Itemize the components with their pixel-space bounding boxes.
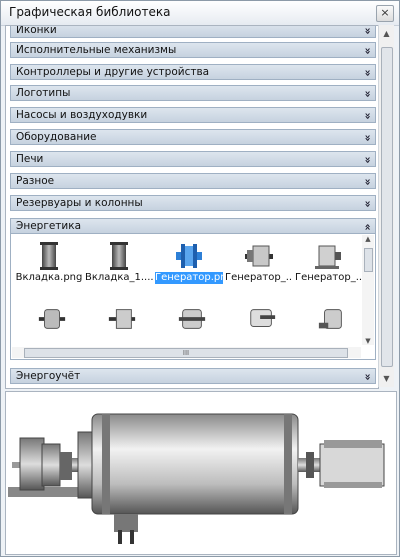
main-vertical-scrollbar[interactable]: ▲ ▼ bbox=[378, 25, 394, 387]
category-misc[interactable]: Разное » bbox=[10, 173, 376, 189]
generator-icon bbox=[176, 244, 202, 268]
category-label: Иконки bbox=[16, 25, 57, 36]
chevron-down-icon: » bbox=[361, 200, 375, 205]
generator-icon[interactable] bbox=[177, 304, 207, 334]
category-tanks[interactable]: Резервуары и колонны » bbox=[10, 195, 376, 211]
insert-icon bbox=[40, 242, 58, 270]
title-bar: Графическая библиотека × bbox=[1, 1, 399, 26]
item-label: Генератор.png bbox=[155, 272, 223, 284]
category-label: Контроллеры и другие устройства bbox=[16, 66, 210, 78]
scroll-down-icon[interactable]: ▼ bbox=[379, 374, 394, 383]
insert-icon bbox=[110, 242, 128, 270]
category-controllers[interactable]: Контроллеры и другие устройства » bbox=[10, 64, 376, 80]
chevron-down-icon: » bbox=[361, 112, 375, 117]
generator-icon bbox=[315, 245, 341, 269]
grid-horizontal-scrollbar[interactable]: III bbox=[12, 347, 361, 358]
chevron-down-icon: » bbox=[361, 27, 375, 32]
chevron-down-icon: » bbox=[361, 47, 375, 52]
category-energy-metering[interactable]: Энергоучёт » bbox=[10, 368, 376, 384]
library-item[interactable]: Генератор_... bbox=[295, 236, 363, 298]
item-label: Вкладка_1.... bbox=[85, 272, 153, 283]
scroll-up-icon[interactable]: ▲ bbox=[379, 29, 394, 38]
category-label: Логотипы bbox=[16, 87, 71, 99]
window-title: Графическая библиотека bbox=[9, 5, 171, 19]
chevron-down-icon: » bbox=[361, 178, 375, 183]
generator-icon[interactable] bbox=[317, 304, 347, 334]
generator-icon[interactable] bbox=[107, 304, 137, 334]
category-energy[interactable]: Энергетика « bbox=[10, 218, 376, 234]
chevron-up-icon: « bbox=[361, 223, 375, 228]
library-item-selected[interactable]: Генератор.png bbox=[155, 236, 223, 298]
chevron-down-icon: » bbox=[361, 156, 375, 161]
category-pumps[interactable]: Насосы и воздуходувки » bbox=[10, 107, 376, 123]
category-label: Разное bbox=[16, 175, 55, 187]
library-item[interactable]: Вкладка.png bbox=[15, 236, 83, 298]
library-panel: Иконки » Исполнительные механизмы » Контро… bbox=[5, 25, 379, 389]
category-label: Насосы и воздуходувки bbox=[16, 109, 148, 121]
category-icons[interactable]: Иконки » bbox=[10, 25, 376, 38]
close-button[interactable]: × bbox=[376, 5, 394, 22]
chevron-down-icon: » bbox=[361, 134, 375, 139]
library-item[interactable]: Генератор_... bbox=[225, 236, 293, 298]
generator-preview-image bbox=[8, 413, 385, 544]
hscroll-thumb[interactable]: III bbox=[24, 348, 348, 358]
category-logos[interactable]: Логотипы » bbox=[10, 85, 376, 101]
scroll-down-icon[interactable]: ▼ bbox=[362, 337, 374, 345]
category-actuators[interactable]: Исполнительные механизмы » bbox=[10, 42, 376, 58]
category-label: Резервуары и колонны bbox=[16, 197, 143, 209]
grid-vertical-scrollbar[interactable]: ▲ ▼ bbox=[362, 235, 374, 345]
category-equipment[interactable]: Оборудование » bbox=[10, 129, 376, 145]
scroll-thumb[interactable] bbox=[364, 248, 373, 272]
category-label: Оборудование bbox=[16, 131, 97, 143]
image-preview bbox=[5, 391, 397, 555]
category-furnaces[interactable]: Печи » bbox=[10, 151, 376, 167]
graphics-library-window: Графическая библиотека × Иконки » Исполни… bbox=[0, 0, 400, 557]
chevron-down-icon: » bbox=[361, 69, 375, 74]
category-label: Печи bbox=[16, 153, 44, 165]
category-label: Исполнительные механизмы bbox=[16, 44, 177, 56]
scroll-thumb[interactable] bbox=[381, 47, 393, 367]
library-item[interactable]: Вкладка_1.... bbox=[85, 236, 153, 298]
generator-icon[interactable] bbox=[37, 304, 67, 334]
item-label: Генератор_... bbox=[295, 272, 363, 283]
category-label: Энергетика bbox=[16, 220, 82, 232]
energy-items-grid: Вкладка.png Вкладка_1.... Генератор.png … bbox=[10, 234, 376, 360]
category-label: Энергоучёт bbox=[16, 370, 81, 382]
item-label: Генератор_... bbox=[225, 272, 293, 283]
item-label: Вкладка.png bbox=[15, 272, 83, 283]
scroll-up-icon[interactable]: ▲ bbox=[362, 235, 374, 243]
chevron-down-icon: » bbox=[361, 90, 375, 95]
chevron-down-icon: » bbox=[361, 373, 375, 378]
generator-icon bbox=[245, 245, 273, 267]
generator-icon[interactable] bbox=[247, 304, 277, 334]
